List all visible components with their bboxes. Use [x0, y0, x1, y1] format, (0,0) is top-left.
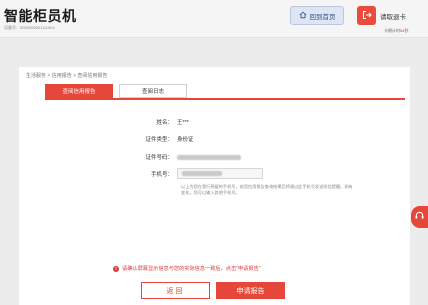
timeout-suffix: 秒	[404, 28, 409, 33]
id-number-value-masked	[177, 154, 241, 160]
warning-text: 请确认屏幕显示信息与您的实际信息一致后，点击"申请报告"	[122, 266, 261, 272]
id-number-row: 证件号码：	[19, 153, 410, 161]
home-button[interactable]: 回到首页	[290, 6, 344, 25]
header: 智能柜员机 设备号：0000000001111004 回到首页 请取退卡 卡倒计…	[0, 0, 428, 38]
name-label: 姓名：	[156, 120, 173, 126]
tab-view-credit-report[interactable]: 查阅信用报告	[45, 84, 113, 98]
tab-underline	[45, 98, 405, 100]
breadcrumb: 生活服务 > 信用报告 > 查阅信用报告	[26, 73, 108, 79]
phone-row: 手机号：	[19, 168, 410, 179]
tab-view-log[interactable]: 查阅日志	[119, 84, 187, 98]
customer-support-button[interactable]	[411, 206, 428, 228]
home-icon	[299, 11, 307, 21]
main-panel: 生活服务 > 信用报告 > 查阅信用报告 查阅信用报告 查阅日志 姓名： 王**…	[19, 67, 410, 305]
phone-value-masked	[182, 171, 222, 176]
id-type-row: 证件类型： 身份证	[19, 135, 410, 143]
home-button-label: 回到首页	[309, 13, 336, 21]
name-row: 姓名： 王***	[19, 118, 410, 126]
phone-label: 手机号：	[150, 171, 173, 178]
warning-icon: !	[113, 265, 119, 272]
timeout-countdown: 卡倒计时54秒	[384, 28, 408, 34]
id-type-value: 身份证	[177, 137, 194, 143]
exit-card-label[interactable]: 请取退卡	[380, 11, 406, 21]
confirm-warning: ! 请确认屏幕显示信息与您的实际信息一致后，点击"申请报告"	[113, 265, 261, 272]
app-title: 智能柜员机	[4, 8, 77, 24]
tab-bar: 查阅信用报告 查阅日志	[45, 84, 187, 98]
apply-report-button[interactable]: 申请报告	[216, 282, 285, 299]
headset-icon	[414, 208, 425, 226]
name-value: 王***	[177, 120, 189, 126]
timeout-prefix: 卡倒计时	[384, 28, 400, 33]
phone-input[interactable]	[177, 168, 263, 179]
back-button[interactable]: 返回	[141, 282, 210, 299]
device-number: 设备号：0000000001111004	[4, 25, 55, 30]
exit-card-button[interactable]	[357, 6, 376, 25]
exit-icon	[362, 7, 372, 25]
phone-hint: 以上为您在我行预留的手机号，若您信用报告查询结果后将通过此手机号发送短信提醒。如…	[181, 184, 353, 196]
id-number-label: 证件号码：	[145, 155, 173, 161]
id-type-label: 证件类型：	[145, 137, 173, 143]
